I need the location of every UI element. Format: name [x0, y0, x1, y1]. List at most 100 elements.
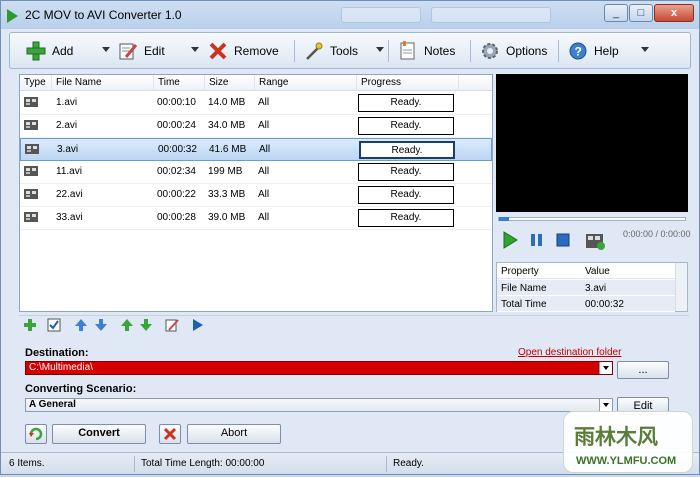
move-bottom-icon[interactable]: [139, 318, 153, 332]
column-header-type[interactable]: Type: [20, 75, 52, 91]
file-name: 33.avi: [56, 212, 83, 223]
file-list[interactable]: Type File Name Time Size Range Progress …: [19, 74, 493, 312]
open-destination-folder-link[interactable]: Open destination folder: [518, 347, 621, 358]
file-row[interactable]: 2.avi 00:00:24 34.0 MB All Ready.: [20, 115, 492, 138]
file-size: 39.0 MB: [208, 212, 246, 223]
video-file-icon: [24, 189, 38, 199]
property-value: 3.avi: [585, 283, 607, 294]
file-range: All: [258, 189, 270, 200]
move-down-icon[interactable]: [94, 318, 108, 332]
help-dropdown-arrow[interactable]: [641, 47, 649, 52]
add-label: Add: [52, 43, 74, 58]
file-range: All: [258, 97, 270, 108]
file-range: All: [258, 212, 270, 223]
remove-button[interactable]: Remove: [208, 33, 279, 68]
file-name: 2.avi: [56, 120, 78, 131]
abort-button[interactable]: Abort: [187, 424, 281, 444]
scenario-combo[interactable]: A General: [25, 398, 613, 412]
file-size: 34.0 MB: [208, 120, 246, 131]
edit-dropdown-arrow[interactable]: [191, 47, 199, 52]
stop-icon[interactable]: [554, 231, 572, 249]
file-row[interactable]: 22.avi 00:00:22 33.3 MB All Ready.: [20, 184, 492, 207]
options-label: Options: [506, 43, 548, 58]
pause-icon[interactable]: [528, 231, 546, 249]
check-all-icon[interactable]: [47, 318, 61, 332]
playback-time: 0:00:00 / 0:00:00: [623, 229, 691, 239]
notes-button[interactable]: Notes: [398, 33, 455, 68]
video-file-icon: [24, 97, 38, 107]
file-row-selected[interactable]: 3.avi 00:00:32 41.6 MB All Ready.: [20, 138, 492, 161]
file-name: 1.avi: [56, 97, 78, 108]
file-size: 14.0 MB: [208, 97, 246, 108]
svg-text:?: ?: [575, 44, 582, 58]
column-header-size[interactable]: Size: [205, 75, 255, 91]
properties-scrollbar[interactable]: [675, 263, 687, 311]
refresh-convert-icon[interactable]: [25, 424, 47, 444]
file-progress: Ready.: [359, 141, 455, 159]
browse-button[interactable]: ...: [617, 361, 669, 379]
add-small-icon[interactable]: [23, 318, 37, 332]
file-time: 00:00:24: [157, 120, 196, 131]
property-name: Total Time: [501, 299, 547, 310]
properties-panel: Property Value File Name 3.avi Total Tim…: [496, 262, 688, 312]
tools-dropdown-arrow[interactable]: [376, 47, 384, 52]
plus-icon: [26, 41, 46, 61]
options-button[interactable]: Options: [480, 33, 547, 68]
column-header-file-name[interactable]: File Name: [52, 75, 154, 91]
svg-text:雨林木风: 雨林木风: [574, 425, 658, 449]
file-row[interactable]: 11.avi 00:02:34 199 MB All Ready.: [20, 161, 492, 184]
toolbar-separator: [388, 40, 389, 62]
column-header-range[interactable]: Range: [255, 75, 357, 91]
file-progress: Ready.: [358, 209, 454, 227]
abort-x-icon[interactable]: [159, 424, 181, 444]
edit-button[interactable]: Edit: [118, 33, 165, 68]
tools-button[interactable]: Tools: [304, 33, 358, 68]
play-small-icon[interactable]: [191, 318, 205, 332]
edit-pencil-icon: [118, 41, 138, 61]
close-button[interactable]: x: [654, 4, 694, 22]
help-label: Help: [594, 43, 619, 58]
destination-combo[interactable]: C:\Multimedia\: [25, 361, 613, 375]
file-progress: Ready.: [358, 94, 454, 112]
video-file-icon: [24, 212, 38, 222]
file-time: 00:02:34: [157, 166, 196, 177]
file-progress: Ready.: [358, 117, 454, 135]
play-icon[interactable]: [501, 231, 519, 249]
move-up-icon[interactable]: [74, 318, 88, 332]
column-header-time[interactable]: Time: [154, 75, 205, 91]
watermark-logo: 雨林木风 WWW.YLMFU.COM: [563, 411, 693, 473]
move-top-icon[interactable]: [120, 318, 134, 332]
value-column-header: Value: [585, 266, 610, 277]
status-divider: [134, 456, 135, 472]
add-dropdown-arrow[interactable]: [102, 47, 110, 52]
svg-text:WWW.YLMFU.COM: WWW.YLMFU.COM: [576, 455, 676, 467]
minimize-button[interactable]: _: [604, 4, 628, 22]
add-button[interactable]: Add: [26, 33, 73, 68]
status-divider: [386, 456, 387, 472]
edit-small-icon[interactable]: [165, 318, 179, 332]
video-preview: [496, 74, 688, 212]
title-bar: 2C MOV to AVI Converter 1.0 _ □ x: [1, 1, 699, 29]
help-question-icon: ?: [568, 41, 588, 61]
background-window-ghost: [341, 7, 421, 23]
file-row[interactable]: 33.avi 00:00:28 39.0 MB All Ready.: [20, 207, 492, 230]
main-toolbar: Add Edit Remove Tools Notes Options ? He…: [9, 32, 691, 69]
file-range: All: [258, 120, 270, 131]
convert-button[interactable]: Convert: [52, 424, 146, 444]
help-button[interactable]: ? Help: [568, 33, 619, 68]
chevron-down-icon[interactable]: [599, 399, 612, 411]
remove-x-icon: [208, 41, 228, 61]
seek-bar[interactable]: [498, 217, 686, 221]
video-file-icon: [24, 166, 38, 176]
chevron-down-icon[interactable]: [599, 362, 612, 374]
maximize-button[interactable]: □: [629, 4, 653, 22]
toolbar-separator: [294, 40, 295, 62]
file-row[interactable]: 1.avi 00:00:10 14.0 MB All Ready.: [20, 92, 492, 115]
seek-bar-handle[interactable]: [499, 217, 509, 221]
column-header-progress[interactable]: Progress: [357, 75, 459, 91]
background-window-ghost: [431, 7, 551, 23]
property-name: File Name: [501, 283, 547, 294]
file-size: 33.3 MB: [208, 189, 246, 200]
film-settings-icon[interactable]: [585, 231, 607, 251]
file-size: 199 MB: [208, 166, 243, 177]
